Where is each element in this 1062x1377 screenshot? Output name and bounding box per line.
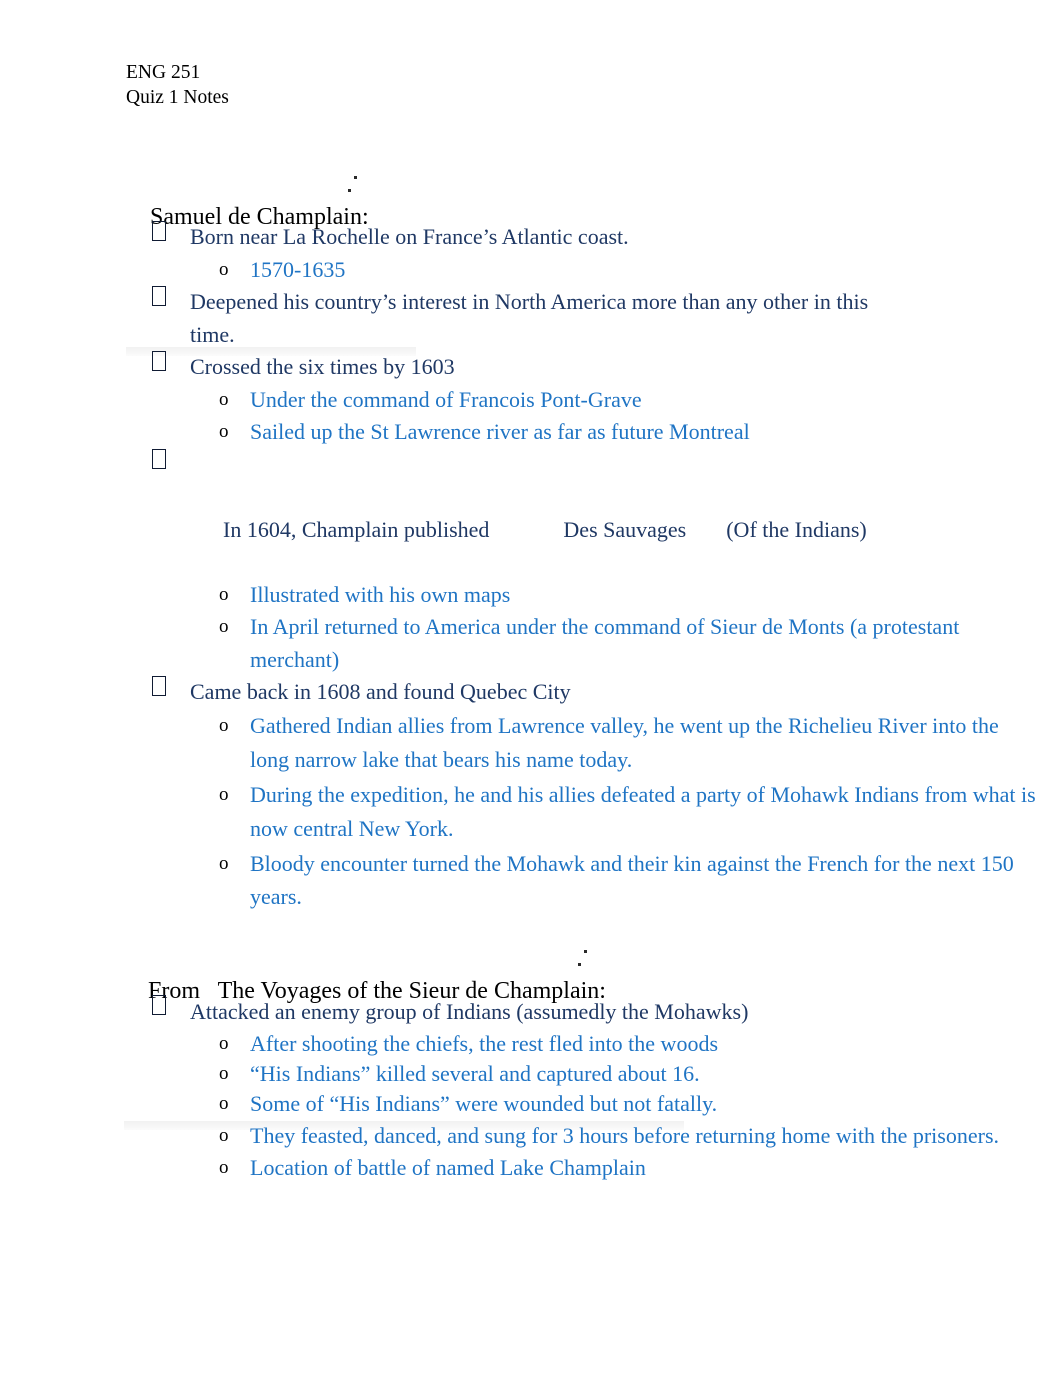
bullet-missing-glyph-icon <box>152 286 166 306</box>
list-item: o Sailed up the St Lawrence river as far… <box>0 416 1040 449</box>
sub-bullet-o-marker: o <box>219 714 229 736</box>
sub-bullet-o-marker: o <box>219 852 229 874</box>
list-item: o Gathered Indian allies from Lawrence v… <box>0 709 1040 778</box>
sub-bullet-o-marker: o <box>219 1033 229 1054</box>
document-header: ENG 251 Quiz 1 Notes <box>126 60 229 110</box>
list-item-text: Deepened his country’s interest in North… <box>190 289 869 347</box>
list-item-text: Crossed the six times by 1603 <box>190 354 455 379</box>
course-code: ENG 251 <box>126 62 201 83</box>
list-item-text: Gathered Indian allies from Lawrence val… <box>250 712 999 773</box>
sub-bullet-o-marker: o <box>219 1157 229 1178</box>
list-item-text: They feasted, danced, and sung for 3 hou… <box>250 1123 999 1148</box>
list-item-text: Came back in 1608 and found Quebec City <box>190 679 571 704</box>
list-item-text: “His Indians” killed several and capture… <box>250 1061 700 1086</box>
list-item-text: In April returned to America under the c… <box>250 614 960 672</box>
sub-bullet-o-marker: o <box>219 616 229 637</box>
list-item: Born near La Rochelle on France’s Atlant… <box>0 221 910 254</box>
list-item-text: Under the command of Francois Pont-Grave <box>250 386 642 412</box>
list-item: o During the expedition, he and his alli… <box>0 778 1040 847</box>
sub-bullet-o-marker: o <box>219 583 229 605</box>
bullet-missing-glyph-icon <box>152 676 166 696</box>
publication-prefix: In 1604, Champlain published <box>223 516 490 542</box>
list-item: o 1570-1635 <box>0 254 1040 287</box>
list-item: Deepened his country’s interest in North… <box>0 286 910 351</box>
list-item: Came back in 1608 and found Quebec City <box>0 676 910 709</box>
sub-bullet-o-marker: o <box>219 1093 229 1114</box>
list-item-text: Bloody encounter turned the Mohawk and t… <box>250 850 1014 909</box>
heading-artifact-mark <box>354 176 357 179</box>
list-item-text: Sailed up the St Lawrence river as far a… <box>250 419 750 444</box>
document-page: ENG 251 Quiz 1 Notes Samuel de Champlain… <box>0 0 1062 1377</box>
sub-bullet-o-marker: o <box>219 388 229 410</box>
list-item: o Under the command of Francois Pont-Gra… <box>0 384 1040 417</box>
list-item-text: Attacked an enemy group of Indians (assu… <box>190 999 749 1024</box>
sub-bullet-o-marker: o <box>219 421 229 442</box>
bullet-missing-glyph-icon <box>152 995 166 1015</box>
sub-bullet-o-marker: o <box>219 1125 229 1146</box>
sub-bullet-o-marker: o <box>219 258 229 280</box>
list-item: o They feasted, danced, and sung for 3 h… <box>0 1119 1040 1153</box>
list-item-text: Location of battle of named Lake Champla… <box>250 1155 646 1180</box>
list-item: o Some of “His Indians” were wounded but… <box>0 1089 1040 1119</box>
list-item: o After shooting the chiefs, the rest fl… <box>0 1029 1040 1059</box>
document-subtitle: Quiz 1 Notes <box>126 87 229 108</box>
outline-list-voyages: Attacked an enemy group of Indians (assu… <box>0 995 1062 1183</box>
list-item: Crossed the six times by 1603 <box>0 351 910 384</box>
publication-translation: (Of the Indians) <box>726 516 867 542</box>
heading-artifact-mark <box>348 189 351 192</box>
bullet-missing-glyph-icon <box>152 351 166 371</box>
list-item: o Bloody encounter turned the Mohawk and… <box>0 847 1040 913</box>
list-item: o Illustrated with his own maps <box>0 579 1040 612</box>
list-item: o Location of battle of named Lake Champ… <box>0 1153 1040 1183</box>
publication-title: Des Sauvages <box>563 516 687 542</box>
bullet-missing-glyph-icon <box>152 221 166 241</box>
list-item: Attacked an enemy group of Indians (assu… <box>0 995 830 1029</box>
list-item-text: Illustrated with his own maps <box>250 581 511 607</box>
bullet-missing-glyph-icon <box>152 448 166 469</box>
heading-artifact-mark <box>584 950 587 953</box>
heading-artifact-mark <box>578 963 581 966</box>
list-item-publication: In 1604, Champlain published Des Sauvages… <box>0 448 910 579</box>
sub-bullet-o-marker: o <box>219 783 229 805</box>
list-item-text: Born near La Rochelle on France’s Atlant… <box>190 224 629 249</box>
outline-list-champlain: Born near La Rochelle on France’s Atlant… <box>0 221 1062 913</box>
list-item: o In April returned to America under the… <box>0 611 1040 676</box>
list-item-text: After shooting the chiefs, the rest fled… <box>250 1031 719 1056</box>
list-item: o “His Indians” killed several and captu… <box>0 1059 1040 1089</box>
list-item-text: During the expedition, he and his allies… <box>250 781 1036 842</box>
list-item-text: 1570-1635 <box>250 256 346 282</box>
list-item-text: Some of “His Indians” were wounded but n… <box>250 1091 718 1116</box>
sub-bullet-o-marker: o <box>219 1063 229 1084</box>
